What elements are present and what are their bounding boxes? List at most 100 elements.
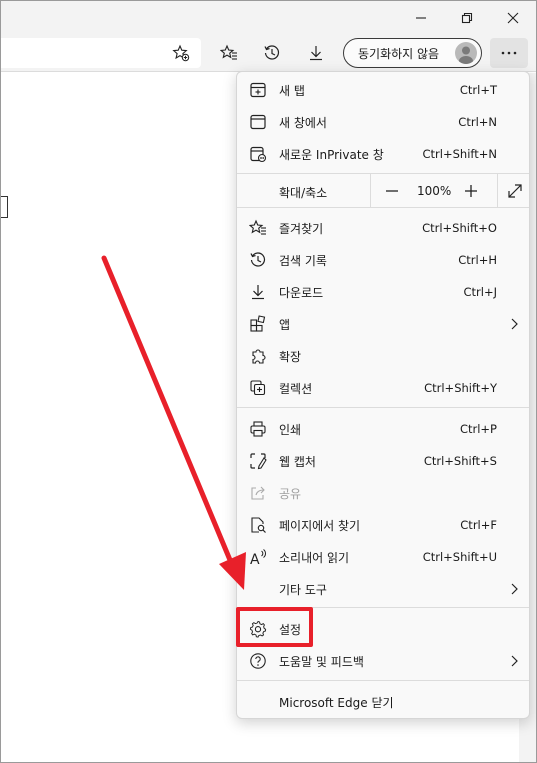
avatar [455,42,477,64]
menu-item-apps[interactable]: 앱 [237,308,529,340]
title-bar [1,1,536,34]
menu-item-shortcut: Ctrl+Shift+S [423,454,497,468]
menu-item-read-aloud[interactable]: A 소리내어 읽기 Ctrl+Shift+U [237,541,529,573]
page-element [1,196,8,218]
menu-item-collections[interactable]: 컬렉션 Ctrl+Shift+Y [237,372,529,404]
menu-item-downloads[interactable]: 다운로드 Ctrl+J [237,276,529,308]
menu-item-more-tools[interactable]: 기타 도구 [237,573,529,605]
close-button[interactable] [490,1,536,34]
new-window-icon [249,113,267,131]
zoom-row: 확대/축소 100% [237,174,529,207]
menu-item-help-feedback[interactable]: 도움말 및 피드백 [237,645,529,677]
settings-and-more-button[interactable] [490,38,528,68]
menu-divider [237,680,529,681]
menu-item-favorites[interactable]: 즐겨찾기 Ctrl+Shift+O [237,212,529,244]
menu-item-label: 공유 [279,487,302,501]
menu-divider [237,207,529,208]
favorites-button[interactable] [214,38,244,68]
minus-icon [386,190,398,192]
menu-item-shortcut: Ctrl+F [460,518,497,532]
settings-highlight-box [236,607,313,647]
history-icon [249,251,267,269]
svg-text:A: A [250,552,260,566]
menu-item-find-on-page[interactable]: 페이지에서 찾기 Ctrl+F [237,509,529,541]
favorites-icon [248,219,267,237]
close-icon [507,12,519,23]
menu-item-label: 새 탭 [279,84,305,98]
menu-item-label: 인쇄 [279,423,302,437]
profile-sync-button[interactable]: 동기화하지 않음 [343,38,482,68]
zoom-in-button[interactable] [461,181,481,201]
downloads-button[interactable] [301,38,331,68]
menu-item-label: 웹 캡처 [279,455,316,469]
menu-item-shortcut: Ctrl+Shift+O [422,221,497,235]
sync-status-label: 동기화하지 않음 [358,46,440,61]
zoom-out-button[interactable] [382,181,402,201]
download-bar-icon [310,46,322,61]
inprivate-icon [249,145,267,163]
chevron-right-icon [511,583,518,595]
menu-item-label: 도움말 및 피드백 [279,655,364,669]
toolbar: 동기화하지 않음 [1,34,536,72]
menu-item-shortcut: Ctrl+H [458,253,497,267]
menu-item-new-tab[interactable]: 새 탭 Ctrl+T [237,74,529,106]
menu-item-label: 확장 [279,350,302,364]
menu-item-shortcut: Ctrl+Shift+U [422,550,497,564]
menu-item-label: 새로운 InPrivate 창 [279,148,384,162]
zoom-divider [370,174,371,207]
restore-button[interactable] [444,1,490,34]
menu-item-label: 새 창에서 [279,116,327,130]
menu-item-label: 페이지에서 찾기 [279,519,361,533]
menu-item-label: 소리내어 읽기 [279,551,350,565]
add-favorite-icon [172,44,190,62]
menu-item-shortcut: Ctrl+Shift+Y [424,381,497,395]
fullscreen-button[interactable] [505,181,525,201]
help-icon [249,652,267,670]
history-bar-icon [264,45,280,60]
share-icon [249,484,267,502]
menu-item-shortcut: Ctrl+Shift+N [422,147,497,161]
apps-icon [249,315,267,333]
menu-item-label: 컬렉션 [279,382,313,396]
print-icon [249,420,267,438]
menu-item-close-edge[interactable]: Microsoft Edge 닫기 [237,686,529,718]
chevron-right-icon [511,655,518,667]
menu-divider [237,407,529,408]
history-button[interactable] [257,38,287,68]
menu-item-label: 앱 [279,318,291,332]
add-favorite-button[interactable] [166,38,196,68]
minimize-button[interactable] [398,1,444,34]
menu-item-extensions[interactable]: 확장 [237,340,529,372]
download-icon [249,283,267,301]
menu-item-history[interactable]: 검색 기록 Ctrl+H [237,244,529,276]
expand-icon [508,184,522,198]
zoom-divider [497,174,498,207]
plus-icon [465,185,477,197]
menu-item-inprivate[interactable]: 새로운 InPrivate 창 Ctrl+Shift+N [237,138,529,170]
menu-item-shortcut: Ctrl+N [458,115,497,129]
read-aloud-icon: A [249,548,267,568]
more-icon [501,51,517,55]
restore-icon [461,12,473,23]
menu-item-web-capture[interactable]: 웹 캡처 Ctrl+Shift+S [237,445,529,477]
menu-item-shortcut: Ctrl+T [459,83,497,97]
collections-icon [249,379,267,397]
extensions-icon [249,347,267,365]
minimize-icon [416,16,426,19]
menu-item-label: Microsoft Edge 닫기 [279,696,394,710]
menu-item-label: 검색 기록 [279,254,327,268]
menu-item-share[interactable]: 공유 [237,477,529,509]
favorites-bar-icon [220,44,237,60]
menu-item-label: 기타 도구 [279,583,327,597]
menu-item-label: 즐겨찾기 [279,222,324,236]
menu-item-shortcut: Ctrl+J [463,285,498,299]
find-icon [249,516,267,534]
chevron-right-icon [511,318,518,330]
zoom-value: 100% [417,184,452,198]
menu-item-print[interactable]: 인쇄 Ctrl+P [237,413,529,445]
menu-item-new-window[interactable]: 새 창에서 Ctrl+N [237,106,529,138]
menu-item-label: 다운로드 [279,286,324,300]
web-capture-icon [249,452,267,470]
address-bar[interactable] [1,38,201,68]
zoom-label: 확대/축소 [279,186,328,200]
